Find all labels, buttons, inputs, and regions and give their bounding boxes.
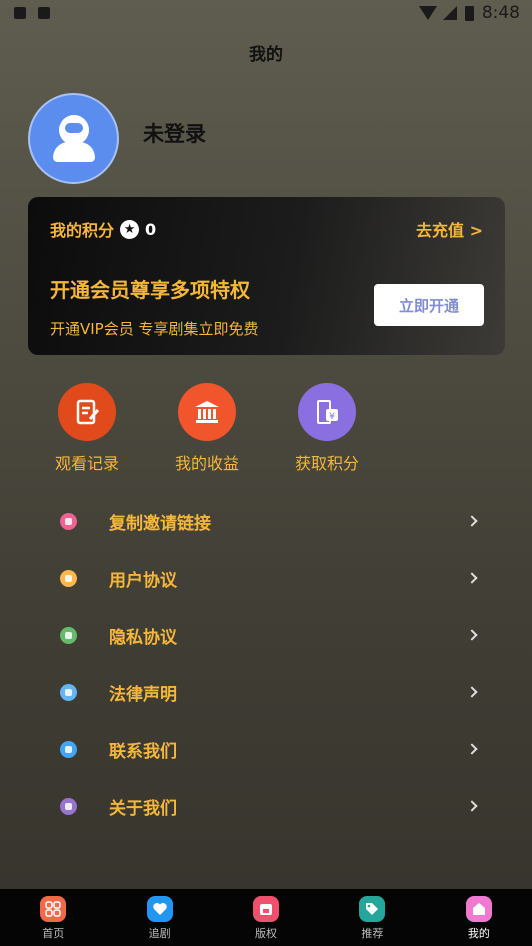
star-icon: ★ [120, 219, 140, 239]
vip-headline: 开通会员尊享多项特权 [50, 278, 250, 302]
heart-icon [146, 896, 173, 922]
tab-label: 首页 [42, 927, 65, 940]
menu-item-label: 隐私协议 [109, 628, 177, 648]
username[interactable]: 未登录 [143, 118, 206, 148]
quick-action-earnings[interactable]: 我的收益 [167, 383, 247, 474]
menu-item-contact-us[interactable]: 联系我们 [0, 721, 532, 778]
tab-copyright[interactable]: 版权 [213, 889, 319, 946]
edit-icon [58, 383, 116, 441]
menu-item-label: 复制邀请链接 [109, 514, 211, 534]
tab-follow[interactable]: 追剧 [106, 889, 212, 946]
menu-item-privacy-policy[interactable]: 隐私协议 [0, 607, 532, 664]
points-row: 我的积分 ★ 0 [50, 217, 156, 241]
points-value: 0 [145, 219, 157, 239]
points-label: 我的积分 [50, 221, 115, 240]
open-vip-button[interactable]: 立即开通 [374, 284, 484, 326]
vip-card: 我的积分 ★ 0 去充值 > 开通会员尊享多项特权 开通VIP会员 专享剧集立即… [28, 197, 505, 355]
menu-item-label: 法律声明 [109, 685, 177, 705]
chevron-right-icon [466, 572, 478, 584]
menu-item-label: 关于我们 [109, 799, 177, 819]
tab-label: 追剧 [148, 927, 171, 940]
recharge-link[interactable]: 去充值 > [416, 217, 483, 241]
chevron-right-icon [466, 800, 478, 812]
shop-icon [253, 896, 280, 922]
status-right: 8:48 [418, 3, 520, 23]
avatar-head-icon [58, 115, 89, 145]
lock-icon [60, 627, 77, 644]
avatar-body-icon [52, 142, 95, 162]
quick-action-watch-history[interactable]: 观看记录 [47, 383, 127, 474]
house-icon [465, 896, 492, 922]
chevron-right-icon [466, 629, 478, 641]
menu-item-copy-invite-link[interactable]: 复制邀请链接 [0, 493, 532, 550]
info-icon [60, 798, 77, 815]
document-icon [60, 570, 77, 587]
tab-home[interactable]: 首页 [0, 889, 106, 946]
menu-item-label: 用户协议 [109, 571, 177, 591]
phone-icon [60, 741, 77, 758]
tag-icon [60, 513, 77, 530]
menu-item-legal-notice[interactable]: 法律声明 [0, 664, 532, 721]
page-title: 我的 [249, 45, 283, 65]
signal-icon [442, 6, 457, 20]
tab-mine[interactable]: 我的 [426, 889, 532, 946]
tab-recommend[interactable]: 推荐 [319, 889, 425, 946]
coin-icon: ¥ [298, 383, 356, 441]
avatar[interactable] [28, 93, 119, 184]
wifi-icon [418, 6, 437, 20]
mail-icon [14, 7, 26, 19]
menu-item-label: 联系我们 [109, 742, 177, 762]
home-grid-icon [40, 896, 67, 922]
tab-label: 版权 [255, 927, 278, 940]
svg-text:¥: ¥ [329, 412, 335, 422]
tab-label: 推荐 [361, 927, 384, 940]
bank-icon [178, 383, 236, 441]
quick-action-label: 我的收益 [174, 454, 239, 473]
menu-list: 复制邀请链接 用户协议 隐私协议 法律声明 联系我们 关于我们 [0, 493, 532, 835]
tab-label: 我的 [467, 927, 490, 940]
clock: 8:48 [481, 3, 520, 23]
battery-icon [464, 5, 474, 21]
tag-icon [359, 896, 386, 922]
menu-item-user-agreement[interactable]: 用户协议 [0, 550, 532, 607]
menu-item-about-us[interactable]: 关于我们 [0, 778, 532, 835]
quick-action-label: 获取积分 [294, 454, 359, 473]
status-bar: 8:48 [0, 0, 532, 28]
quick-action-get-points[interactable]: ¥ 获取积分 [287, 383, 367, 474]
notification-icons [14, 7, 50, 19]
app-notification-icon [38, 7, 50, 19]
quick-action-label: 观看记录 [54, 454, 119, 473]
vip-subtext: 开通VIP会员 专享剧集立即免费 [50, 320, 259, 338]
chevron-right-icon [466, 686, 478, 698]
chevron-right-icon [466, 743, 478, 755]
bottom-tab-bar: 首页 追剧 版权 推荐 我的 [0, 889, 532, 946]
flag-icon [60, 684, 77, 701]
chevron-right-icon [466, 515, 478, 527]
